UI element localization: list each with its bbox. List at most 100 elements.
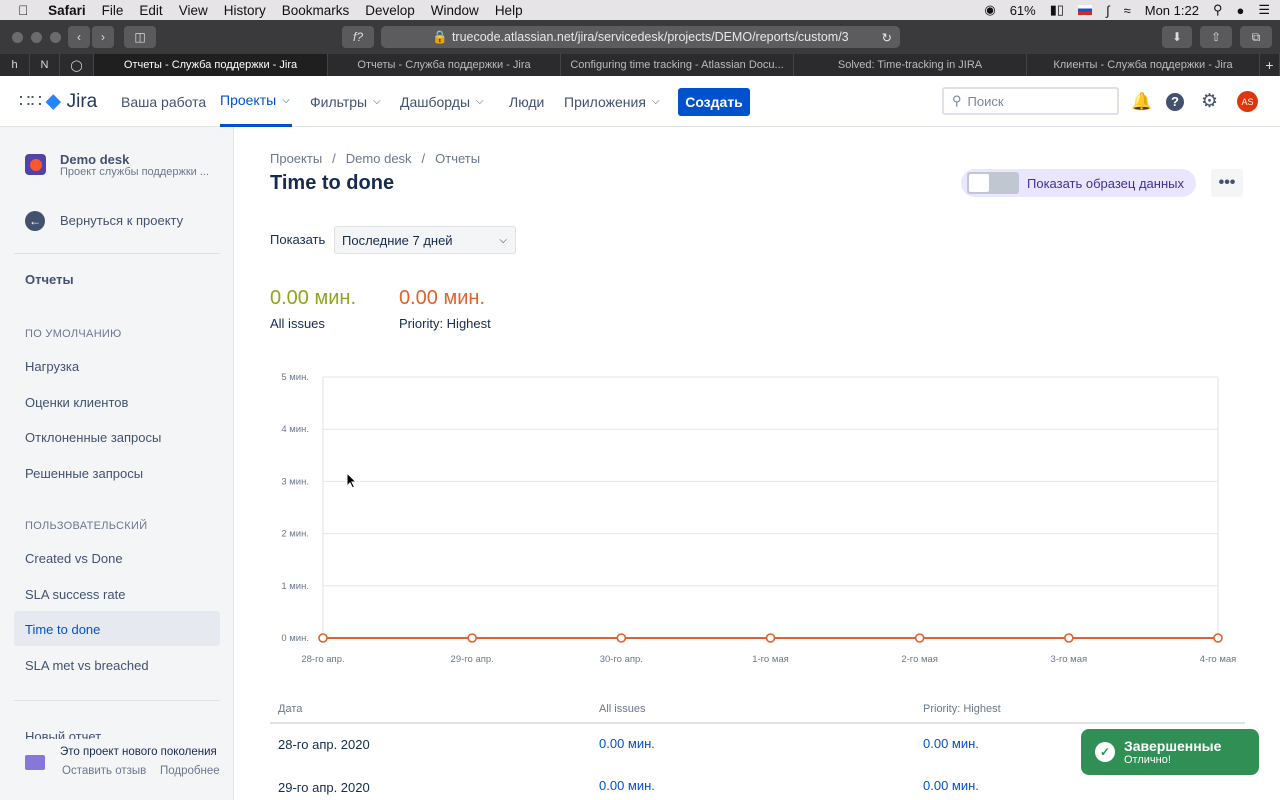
reader-button[interactable]: f? — [342, 26, 374, 48]
flag-icon[interactable] — [1078, 5, 1093, 15]
share-icon[interactable]: ⇧ — [1200, 26, 1232, 48]
sidebar-item-sla-success[interactable]: SLA success rate — [25, 587, 125, 602]
apple-icon[interactable]:  — [18, 3, 28, 18]
settings-icon[interactable]: ⚙ — [1201, 76, 1218, 127]
sidebar-item-declined[interactable]: Отклоненные запросы — [25, 430, 161, 445]
creative-cloud-icon[interactable]: ◉ — [984, 2, 995, 18]
back-arrow-icon[interactable]: ← — [25, 211, 45, 231]
app-switcher-icon[interactable]: ∷∷ — [19, 76, 42, 127]
reports-heading: Отчеты — [25, 272, 74, 287]
menu-file[interactable]: File — [102, 3, 124, 18]
wifi-icon[interactable]: ≈ — [1124, 3, 1131, 18]
jira-top-nav: ∷∷ ◆ Jira Ваша работа Проекты ⌵ Фильтры ⌵ … — [0, 76, 1280, 127]
notifications-icon[interactable]: 🔔 — [1131, 76, 1152, 127]
toast-subtitle: Отлично! — [1124, 754, 1171, 766]
new-report-link[interactable]: Новый отчет — [25, 729, 101, 739]
menu-develop[interactable]: Develop — [365, 3, 415, 18]
breadcrumb-demo-desk[interactable]: Demo desk — [346, 151, 412, 166]
menu-app[interactable]: Safari — [48, 3, 86, 18]
search-input[interactable]: ⚲ Поиск — [942, 87, 1119, 115]
breadcrumb: Проекты / Demo desk / Отчеты — [270, 151, 480, 166]
nav-your-work[interactable]: Ваша работа — [121, 76, 206, 127]
menu-help[interactable]: Help — [495, 3, 523, 18]
breadcrumb-reports[interactable]: Отчеты — [435, 151, 480, 166]
lock-icon: 🔒 — [432, 29, 448, 44]
zoom-window-button[interactable] — [50, 31, 61, 43]
help-icon[interactable]: ? — [1166, 76, 1184, 127]
sidebar-item-workload[interactable]: Нагрузка — [25, 359, 79, 374]
sidebar-item-created-vs-done[interactable]: Created vs Done — [25, 551, 123, 566]
menu-history[interactable]: History — [224, 3, 266, 18]
avatar[interactable]: AS — [1237, 76, 1258, 127]
create-button[interactable]: Создать — [678, 88, 750, 116]
breadcrumb-projects[interactable]: Проекты — [270, 151, 322, 166]
chart-x-tick-label: 1-го мая — [752, 654, 789, 665]
sidebar-toggle-icon[interactable]: ◫ — [124, 26, 156, 48]
tab-4[interactable]: Solved: Time-tracking in JIRA — [794, 54, 1027, 76]
success-toast[interactable]: ✓ Завершенные Отлично! — [1081, 729, 1259, 775]
nav-people[interactable]: Люди — [509, 76, 544, 127]
chevron-down-icon: ⌵ — [499, 234, 507, 246]
feedback-link[interactable]: Оставить отзыв — [62, 765, 146, 777]
tab-3[interactable]: Configuring time tracking - Atlassian Do… — [561, 54, 794, 76]
bluetooth-icon[interactable]: ∫ — [1106, 3, 1110, 18]
menu-edit[interactable]: Edit — [139, 3, 162, 18]
notification-center-icon[interactable]: ☰ — [1258, 2, 1270, 18]
next-gen-text: Это проект нового поколения — [60, 746, 217, 758]
sidebar-item-time-to-done[interactable]: Time to done — [25, 622, 100, 637]
table-row-1-all[interactable]: 0.00 мин. — [599, 778, 655, 793]
breadcrumb-separator: / — [332, 151, 336, 166]
learn-more-link[interactable]: Подробнее — [160, 765, 220, 777]
chart-y-tick-label: 3 мин. — [281, 476, 309, 487]
spotlight-icon[interactable]: ⚲ — [1213, 2, 1223, 18]
clock[interactable]: Mon 1:22 — [1145, 3, 1199, 18]
nav-filters[interactable]: Фильтры ⌵ — [310, 76, 381, 127]
back-button[interactable]: ‹ — [68, 26, 90, 48]
tab-1[interactable]: Отчеты - Служба поддержки - Jira — [94, 54, 328, 76]
menu-window[interactable]: Window — [431, 3, 479, 18]
nav-apps[interactable]: Приложения ⌵ — [564, 76, 660, 127]
nav-dashboards[interactable]: Дашборды ⌵ — [400, 76, 484, 127]
back-to-project-link[interactable]: Вернуться к проекту — [60, 213, 183, 228]
sidebar-item-resolved[interactable]: Решенные запросы — [25, 466, 143, 481]
pinned-tab-chrome-icon[interactable]: ◯ — [60, 54, 94, 76]
chart-x-tick-label: 30-го апр. — [600, 654, 643, 665]
breadcrumb-separator: / — [421, 151, 426, 166]
sidebar-item-satisfaction[interactable]: Оценки клиентов — [25, 395, 128, 410]
sample-data-label: Показать образец данных — [1027, 175, 1184, 191]
tab-5[interactable]: Клиенты - Служба поддержки - Jira — [1027, 54, 1260, 76]
minimize-window-button[interactable] — [31, 31, 42, 43]
menu-view[interactable]: View — [179, 3, 208, 18]
chart-x-tick-label: 3-го мая — [1051, 654, 1088, 665]
table-row-1-highest[interactable]: 0.00 мин. — [923, 778, 979, 793]
chevron-down-icon: ⌵ — [651, 96, 660, 107]
battery-icon[interactable]: ▮▯ — [1050, 2, 1064, 18]
divider — [14, 700, 220, 701]
nav-projects[interactable]: Проекты ⌵ — [220, 76, 292, 127]
table-row-0-highest[interactable]: 0.00 мин. — [923, 736, 979, 751]
project-name[interactable]: Demo desk — [60, 152, 129, 167]
chart-data-point — [765, 633, 776, 643]
pinned-tab-n[interactable]: N — [30, 54, 60, 76]
close-window-button[interactable] — [12, 31, 23, 43]
address-bar[interactable]: 🔒 truecode.atlassian.net/jira/servicedes… — [381, 26, 900, 48]
tab-2[interactable]: Отчеты - Служба поддержки - Jira — [328, 54, 561, 76]
jira-logo[interactable]: ◆ Jira — [46, 76, 97, 127]
menu-bookmarks[interactable]: Bookmarks — [282, 3, 350, 18]
forward-button[interactable]: › — [92, 26, 114, 48]
siri-icon[interactable]: ● — [1236, 3, 1244, 18]
sidebar-item-sla-met[interactable]: SLA met vs breached — [25, 658, 149, 673]
reload-icon[interactable]: ↻ — [882, 30, 892, 45]
chevron-down-icon: ⌵ — [373, 96, 381, 107]
table-row-0-all[interactable]: 0.00 мин. — [599, 736, 655, 751]
pinned-tab-h[interactable]: h — [0, 54, 30, 76]
period-select[interactable]: Последние 7 дней ⌵ — [334, 226, 516, 254]
chart-data-point — [914, 633, 925, 643]
new-tab-icon[interactable]: + — [1260, 54, 1280, 76]
sample-data-toggle[interactable]: Показать образец данных — [961, 169, 1196, 197]
metric-all-issues-label: All issues — [270, 316, 325, 331]
metric-highest-value: 0.00 мин. — [399, 287, 486, 309]
tabs-overview-icon[interactable]: ⧉ — [1240, 26, 1272, 48]
more-actions-button[interactable]: ••• — [1211, 169, 1243, 197]
downloads-icon[interactable]: ⬇ — [1162, 26, 1192, 48]
